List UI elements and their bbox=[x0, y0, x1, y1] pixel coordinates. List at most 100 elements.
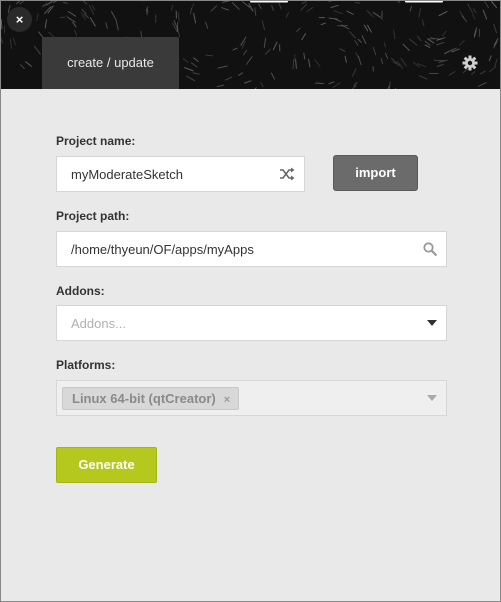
tab-create-update[interactable]: create / update bbox=[42, 37, 179, 89]
header-streak bbox=[271, 72, 275, 80]
platform-tag: Linux 64-bit (qtCreator) × bbox=[62, 387, 240, 410]
project-path-input[interactable]: /home/thyeun/OF/apps/myApps bbox=[56, 231, 447, 267]
header-streak bbox=[385, 52, 388, 59]
header-streak bbox=[83, 1, 88, 5]
header-streak bbox=[177, 12, 180, 22]
project-path-label: Project path: bbox=[56, 209, 130, 223]
header-streak bbox=[19, 64, 25, 69]
header-streak bbox=[400, 57, 407, 67]
header-streak bbox=[355, 52, 360, 58]
header-streak bbox=[427, 38, 435, 44]
header-streak bbox=[272, 41, 278, 51]
project-name-input[interactable]: myModerateSketch bbox=[56, 156, 305, 192]
header-streak bbox=[332, 82, 341, 88]
header-streak bbox=[36, 13, 39, 21]
header-streak bbox=[254, 7, 257, 16]
header-streak bbox=[354, 1, 361, 4]
header-streak bbox=[308, 59, 311, 68]
header-streak bbox=[19, 1, 25, 5]
header-streak bbox=[436, 41, 445, 46]
header-streak bbox=[478, 82, 487, 87]
header-streak bbox=[191, 62, 198, 68]
header-streak bbox=[110, 10, 117, 21]
header-streak bbox=[409, 6, 413, 12]
shuffle-icon[interactable] bbox=[279, 167, 295, 181]
header-streak bbox=[221, 7, 229, 11]
project-path-value: /home/thyeun/OF/apps/myApps bbox=[71, 242, 254, 257]
header-streak bbox=[261, 20, 265, 31]
addons-placeholder: Addons... bbox=[71, 316, 126, 331]
header-streak bbox=[417, 35, 422, 42]
header-streak bbox=[224, 76, 233, 81]
header-streak bbox=[258, 3, 262, 10]
header-streak bbox=[438, 11, 448, 17]
header-streak bbox=[12, 37, 16, 46]
search-icon[interactable] bbox=[423, 242, 437, 256]
header-streak bbox=[418, 7, 421, 18]
header-streak bbox=[80, 12, 86, 21]
dropdown-arrow-icon[interactable] bbox=[427, 395, 437, 401]
header-streak bbox=[300, 3, 308, 11]
header-streak bbox=[484, 1, 490, 9]
generate-button[interactable]: Generate bbox=[56, 447, 157, 483]
header-streak bbox=[301, 33, 307, 41]
header-streak bbox=[393, 29, 396, 40]
addons-select[interactable]: Addons... bbox=[56, 305, 447, 341]
project-name-label: Project name: bbox=[56, 134, 136, 148]
header-streak bbox=[394, 87, 396, 89]
import-button[interactable]: import bbox=[333, 155, 418, 191]
header-streak bbox=[488, 66, 497, 73]
header-streak bbox=[190, 8, 192, 15]
header-streak bbox=[328, 1, 333, 3]
header-streak bbox=[182, 58, 189, 63]
header-streak bbox=[388, 81, 391, 89]
header-streak bbox=[491, 1, 497, 8]
header-streak bbox=[271, 5, 274, 11]
header-streak bbox=[205, 54, 213, 57]
header-streak bbox=[44, 19, 47, 29]
header-streak bbox=[450, 47, 457, 51]
header-streak bbox=[295, 59, 297, 69]
header-streak bbox=[472, 13, 476, 20]
header-streak bbox=[278, 2, 282, 10]
header-streak bbox=[328, 81, 335, 85]
header-streak bbox=[72, 21, 77, 28]
header-streak bbox=[254, 87, 257, 89]
platform-tag-remove-icon[interactable]: × bbox=[224, 394, 230, 406]
dropdown-arrow-icon[interactable] bbox=[427, 320, 437, 326]
header-streak bbox=[479, 70, 486, 75]
header-streak bbox=[217, 65, 228, 69]
header-streak bbox=[74, 29, 77, 37]
header-streak bbox=[238, 72, 243, 76]
header-streak bbox=[193, 57, 199, 62]
header-streak bbox=[183, 66, 194, 72]
platforms-select[interactable]: Linux 64-bit (qtCreator) × bbox=[56, 380, 447, 416]
header-streak bbox=[333, 10, 343, 15]
header-streak bbox=[402, 43, 410, 51]
header-streak bbox=[320, 22, 326, 26]
header-streak bbox=[372, 46, 377, 56]
header-streak bbox=[328, 17, 338, 20]
header-streak bbox=[67, 11, 77, 17]
gear-icon[interactable] bbox=[460, 53, 480, 73]
header-streak bbox=[421, 19, 425, 27]
header-streak bbox=[1, 36, 3, 44]
header-streak bbox=[191, 3, 195, 10]
header-streak bbox=[81, 8, 87, 15]
header-streak bbox=[62, 1, 68, 4]
header-streak bbox=[216, 84, 225, 88]
header-streak bbox=[361, 35, 367, 44]
header-streak bbox=[303, 52, 306, 60]
header-streak bbox=[488, 55, 492, 62]
header-streak bbox=[105, 22, 108, 29]
header-bar: × create / update bbox=[1, 1, 500, 89]
header-streak bbox=[170, 4, 174, 11]
header-streak bbox=[344, 55, 347, 63]
header-streak bbox=[459, 40, 465, 46]
close-button[interactable]: × bbox=[7, 7, 32, 32]
header-streak bbox=[222, 1, 230, 3]
header-streak bbox=[352, 68, 357, 77]
header-streak bbox=[242, 1, 251, 8]
header-streak bbox=[330, 4, 339, 8]
header-streak bbox=[89, 17, 96, 27]
